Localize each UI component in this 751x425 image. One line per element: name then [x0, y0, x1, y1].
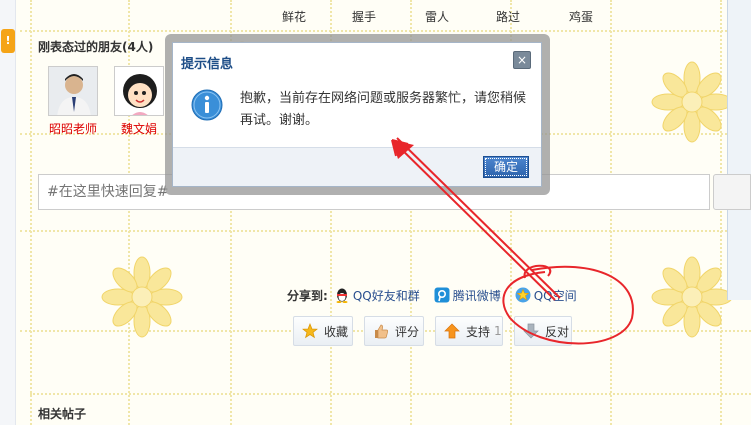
dialog-close-button[interactable]: ×: [513, 51, 531, 69]
exclamation-icon: !: [5, 34, 11, 47]
reaction-tag-passing[interactable]: 路过: [496, 8, 520, 25]
flower-ornament: [651, 256, 733, 338]
reaction-tag-egg[interactable]: 鸡蛋: [569, 8, 593, 25]
support-button[interactable]: 支持 1: [435, 316, 503, 346]
qzone-star-icon: [515, 287, 531, 303]
reaction-tag-shocked[interactable]: 雷人: [425, 8, 449, 25]
oppose-label: 反对: [545, 324, 570, 339]
avatar[interactable]: [48, 66, 98, 116]
friend-name[interactable]: 魏文娟: [111, 120, 167, 137]
qq-penguin-icon: [336, 288, 348, 303]
grid-line: [20, 230, 751, 232]
share-tencent-weibo-link[interactable]: 腾讯微博: [434, 287, 501, 304]
share-tencent-weibo-label: 腾讯微博: [452, 288, 501, 303]
left-sidebar-strip: !: [0, 0, 16, 425]
favorite-label: 收藏: [324, 324, 349, 339]
grid-line: [20, 30, 751, 32]
favorite-button[interactable]: 收藏: [293, 316, 353, 346]
support-count: 1: [494, 324, 502, 338]
alert-dialog: 提示信息 × 抱歉，当前存在网络问题或服务器繁忙，请您稍候再试。谢谢。 确定: [172, 42, 542, 187]
oppose-button[interactable]: 反对: [514, 316, 572, 346]
share-row: 分享到: QQ好友和群 腾讯微博 QQ空间: [287, 286, 591, 304]
dialog-message: 抱歉，当前存在网络问题或服务器繁忙，请您稍候再试。谢谢。: [240, 91, 527, 128]
share-qzone-label: QQ空间: [533, 288, 577, 303]
left-float-tab[interactable]: !: [1, 29, 15, 53]
reaction-tag-handshake[interactable]: 握手: [352, 8, 376, 25]
close-icon: ×: [516, 53, 528, 67]
reaction-tags: 鲜花 握手 雷人 路过 鸡蛋: [0, 8, 751, 26]
thumb-icon: [375, 324, 389, 339]
friend-item[interactable]: 昭昭老师: [45, 66, 101, 137]
rate-button[interactable]: 评分: [364, 316, 424, 346]
cartoon-girl-icon: [115, 67, 163, 115]
section-divider: [30, 393, 751, 395]
star-icon: [302, 323, 318, 339]
dialog-footer: 确定: [173, 147, 541, 186]
support-label: 支持: [466, 324, 491, 339]
flower-ornament: [101, 256, 183, 338]
friend-name[interactable]: 昭昭老师: [45, 120, 101, 137]
dialog-ok-button[interactable]: 确定: [483, 156, 529, 178]
share-qq-friends-label: QQ好友和群: [352, 288, 420, 303]
arrow-down-icon: [523, 323, 539, 339]
avatar[interactable]: [114, 66, 164, 116]
friend-item[interactable]: 魏文娟: [111, 66, 167, 137]
grid-line: [30, 0, 32, 425]
man-photo-icon: [49, 67, 97, 115]
share-qq-friends-link[interactable]: QQ好友和群: [334, 287, 420, 304]
flower-ornament: [651, 61, 733, 143]
info-icon: [191, 89, 223, 121]
dialog-title: 提示信息: [181, 57, 234, 72]
grid-line: [128, 0, 130, 425]
grid-line: [610, 0, 612, 425]
right-scroll-strip[interactable]: [727, 0, 751, 300]
share-label: 分享到:: [287, 288, 328, 303]
reply-submit-button[interactable]: [713, 174, 751, 210]
related-posts-title: 相关帖子: [38, 407, 87, 421]
reaction-tag-flower[interactable]: 鲜花: [282, 8, 306, 25]
tencent-weibo-icon: [434, 287, 450, 303]
friends-title: 刚表态过的朋友(4人): [38, 40, 154, 54]
share-qzone-link[interactable]: QQ空间: [515, 287, 577, 304]
rate-label: 评分: [395, 324, 420, 339]
arrow-up-icon: [444, 323, 460, 339]
